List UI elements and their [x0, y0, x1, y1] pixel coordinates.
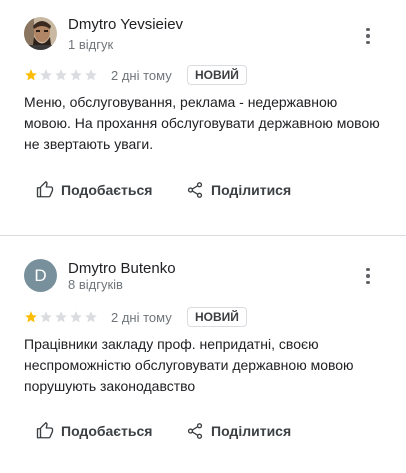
like-label: Подобається [61, 182, 153, 198]
more-vert-icon[interactable] [360, 266, 376, 286]
star-empty-icon [70, 311, 82, 323]
author-name[interactable]: Dmytro Yevsieiev [68, 16, 183, 33]
avatar[interactable]: D [24, 259, 57, 292]
review-count: 1 відгук [68, 37, 114, 52]
like-button[interactable]: Подобається [36, 422, 152, 440]
thumb-up-icon [36, 181, 54, 198]
star-empty-icon [55, 69, 67, 81]
review-count: 8 відгуків [68, 277, 123, 292]
star-empty-icon [40, 311, 52, 323]
avatar-photo [24, 17, 57, 50]
avatar[interactable] [24, 17, 57, 50]
review-card: D Dmytro Butenko 8 відгуків 2 дні тому Н… [0, 238, 406, 473]
like-label: Подобається [61, 423, 153, 439]
author-name[interactable]: Dmytro Butenko [68, 260, 176, 277]
star-rating [24, 68, 98, 82]
review-card: Dmytro Yevsieiev 1 відгук 2 дні тому НОВ… [0, 0, 406, 236]
share-icon [187, 423, 203, 439]
review-text: Меню, обслуговування, реклама - недержав… [24, 94, 380, 152]
share-label: Поділитися [211, 423, 292, 439]
new-badge: НОВИЙ [187, 65, 247, 85]
star-filled-icon [25, 69, 37, 81]
like-button[interactable]: Подобається [36, 181, 152, 199]
new-badge: НОВИЙ [187, 307, 247, 327]
star-empty-icon [85, 69, 97, 81]
star-empty-icon [55, 311, 67, 323]
thumb-up-icon [36, 422, 54, 439]
star-empty-icon [85, 311, 97, 323]
star-rating [24, 310, 98, 324]
share-label: Поділитися [211, 182, 292, 198]
review-date: 2 дні тому [111, 68, 172, 83]
share-button[interactable]: Поділитися [186, 422, 291, 440]
review-date: 2 дні тому [111, 310, 172, 325]
divider [0, 235, 406, 236]
share-icon [187, 182, 203, 198]
star-empty-icon [70, 69, 82, 81]
star-filled-icon [25, 311, 37, 323]
share-button[interactable]: Поділитися [186, 181, 291, 199]
more-vert-icon[interactable] [360, 26, 376, 46]
review-text: Працівники закладу проф. непридатні, сво… [24, 336, 354, 394]
star-empty-icon [40, 69, 52, 81]
